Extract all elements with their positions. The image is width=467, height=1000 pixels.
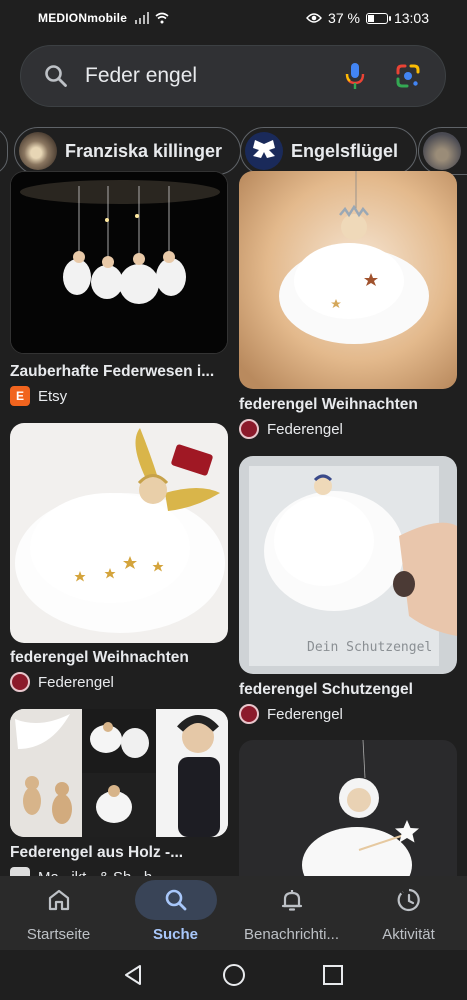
search-icon[interactable] bbox=[163, 887, 189, 913]
nav-aktivitaet[interactable]: Aktivität bbox=[350, 876, 467, 950]
chip-thumbnail bbox=[245, 132, 283, 170]
golden-wing-angel-image bbox=[10, 423, 228, 643]
signal-icon bbox=[135, 12, 150, 24]
chip-next[interactable] bbox=[418, 127, 467, 175]
result-card-1[interactable]: Zauberhafte Federwesen i... E Etsy bbox=[10, 171, 228, 410]
nav-startseite[interactable]: Startseite bbox=[0, 876, 117, 950]
carrier-name: MEDIONmobile bbox=[38, 11, 128, 25]
result-image[interactable] bbox=[239, 171, 457, 389]
chip-thumbnail bbox=[19, 132, 57, 170]
related-search-chips: Franziska killinger Engelsflügel bbox=[0, 127, 467, 177]
chip-label: Engelsflügel bbox=[291, 140, 399, 161]
angel-with-wand-image bbox=[239, 740, 457, 890]
federengel-favicon bbox=[10, 672, 30, 692]
federengel-favicon bbox=[239, 419, 259, 439]
source-name: Federengel bbox=[38, 673, 114, 691]
google-lens-icon[interactable] bbox=[395, 63, 421, 89]
wooden-angels-collage-image bbox=[10, 709, 228, 837]
card-caption: Dein Schutzengel bbox=[307, 640, 433, 655]
wings-icon bbox=[253, 140, 275, 158]
system-navigation-bar bbox=[0, 950, 467, 1000]
home-icon[interactable] bbox=[46, 887, 72, 913]
result-card-5[interactable]: Federengel aus Holz -... Ma...ikt...& Sh… bbox=[10, 709, 228, 887]
result-title[interactable]: Zauberhafte Federwesen i... bbox=[10, 363, 228, 381]
result-card-6[interactable] bbox=[239, 740, 457, 890]
federengel-favicon bbox=[239, 704, 259, 724]
nav-label[interactable]: Aktivität bbox=[382, 926, 435, 943]
status-bar: MEDIONmobile 37 % 13:03 bbox=[0, 0, 467, 36]
result-title[interactable]: federengel Weihnachten bbox=[239, 396, 457, 414]
result-card-4[interactable]: Dein Schutzengel federengel Schutzengel … bbox=[239, 456, 457, 728]
nav-icon-container[interactable] bbox=[251, 880, 333, 920]
hanging-angels-image bbox=[11, 172, 227, 353]
result-title[interactable]: federengel Schutzengel bbox=[239, 681, 457, 699]
nav-label[interactable]: Startseite bbox=[27, 926, 90, 943]
result-card-2[interactable]: federengel Weihnachten Federengel bbox=[239, 171, 457, 440]
result-title[interactable]: Federengel aus Holz -... bbox=[10, 844, 228, 862]
result-image[interactable]: Dein Schutzengel bbox=[239, 456, 457, 674]
nav-benachrichtigungen[interactable]: Benachrichti... bbox=[233, 876, 350, 950]
result-image[interactable] bbox=[10, 423, 228, 643]
result-title[interactable]: federengel Weihnachten bbox=[10, 649, 228, 667]
source-name: Etsy bbox=[38, 387, 68, 405]
source-name: Federengel bbox=[267, 420, 343, 438]
etsy-favicon: E bbox=[10, 386, 30, 406]
home-circle-icon[interactable] bbox=[221, 962, 247, 988]
nav-suche[interactable]: Suche bbox=[117, 876, 234, 950]
chip-previous[interactable] bbox=[0, 127, 8, 175]
feather-angel-image bbox=[239, 171, 457, 389]
wifi-icon bbox=[155, 12, 169, 24]
microphone-icon[interactable] bbox=[343, 62, 367, 90]
search-bar[interactable]: Feder engel bbox=[20, 45, 446, 107]
search-icon[interactable] bbox=[43, 63, 69, 89]
result-image[interactable] bbox=[10, 709, 228, 837]
result-source[interactable]: Federengel bbox=[239, 704, 343, 724]
chip-engelsfluegel[interactable]: Engelsflügel bbox=[240, 127, 418, 175]
search-input[interactable]: Feder engel bbox=[85, 64, 343, 88]
battery-icon bbox=[365, 12, 391, 24]
back-icon[interactable] bbox=[120, 962, 146, 988]
bell-icon[interactable] bbox=[279, 887, 305, 913]
nav-label[interactable]: Benachrichti... bbox=[244, 926, 339, 943]
chip-thumbnail bbox=[423, 132, 461, 170]
source-name: Federengel bbox=[267, 705, 343, 723]
chip-franziska-killinger[interactable]: Franziska killinger bbox=[14, 127, 242, 175]
bottom-navigation: Startseite Suche Benachrichti... Aktivit… bbox=[0, 876, 467, 950]
clock: 13:03 bbox=[393, 10, 429, 26]
nav-icon-container[interactable] bbox=[134, 880, 217, 920]
nav-icon-container[interactable] bbox=[18, 880, 100, 920]
result-card-3[interactable]: federengel Weihnachten Federengel bbox=[10, 423, 228, 695]
recents-icon[interactable] bbox=[320, 962, 346, 988]
eye-comfort-icon bbox=[306, 13, 322, 23]
result-source[interactable]: Federengel bbox=[239, 419, 343, 439]
activity-icon[interactable] bbox=[395, 886, 423, 914]
nav-label[interactable]: Suche bbox=[153, 926, 198, 943]
nav-icon-container[interactable] bbox=[368, 880, 450, 920]
result-source[interactable]: Federengel bbox=[10, 672, 114, 692]
result-image[interactable] bbox=[239, 740, 457, 890]
result-source[interactable]: E Etsy bbox=[10, 386, 67, 406]
result-image[interactable] bbox=[10, 171, 228, 354]
battery-percent: 37 % bbox=[328, 10, 360, 26]
chip-label: Franziska killinger bbox=[65, 140, 223, 161]
